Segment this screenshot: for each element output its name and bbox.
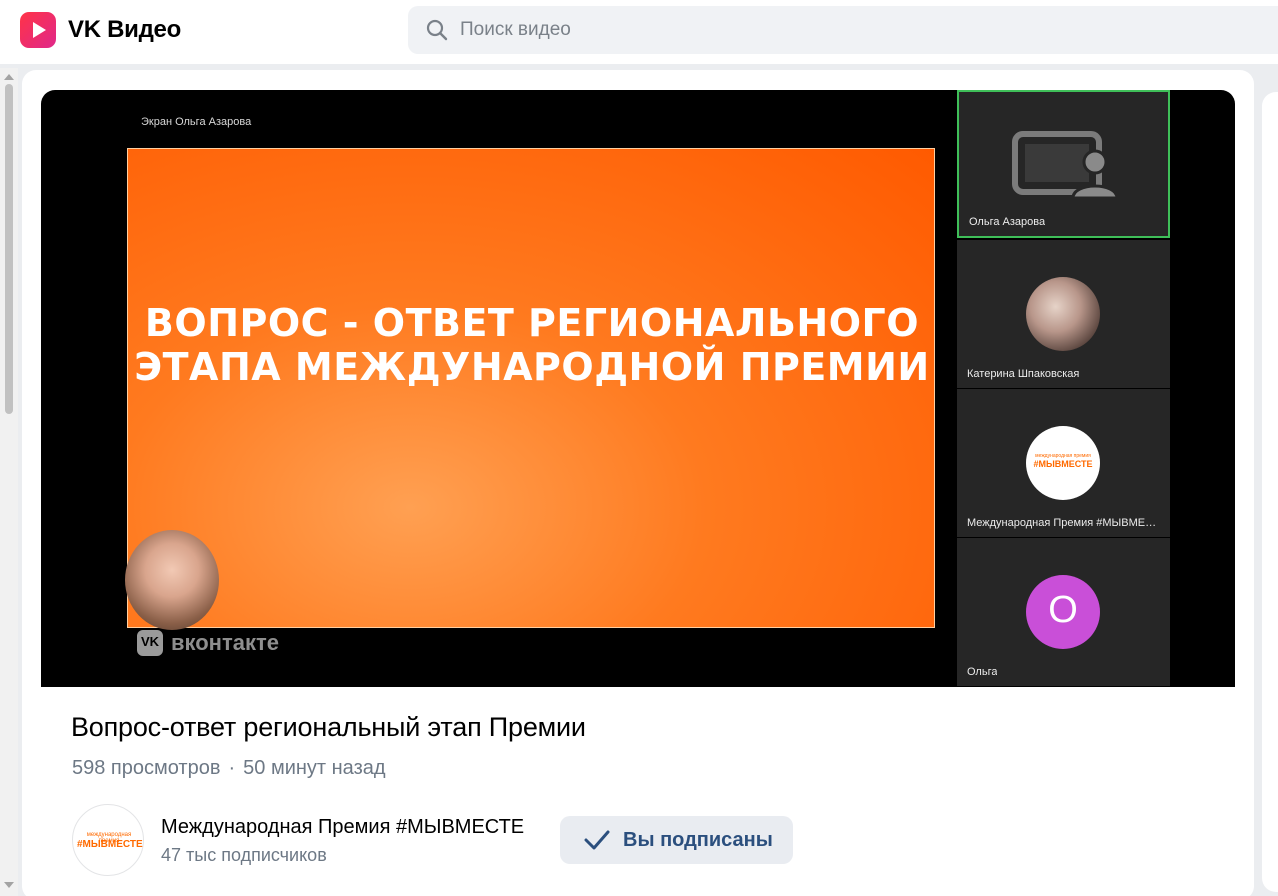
side-panel-card: [1262, 92, 1278, 892]
brand-name[interactable]: VK Видео: [68, 16, 181, 44]
video-player[interactable]: Экран Ольга Азарова ВОПРОС - ОТВЕТ РЕГИО…: [41, 90, 1235, 687]
search-icon: [426, 19, 448, 41]
search-input[interactable]: [460, 6, 1060, 54]
channel-logo-big-text: #МЫВМЕСТЕ: [77, 839, 143, 850]
participant-tile: О Ольга: [957, 538, 1170, 686]
participant-initial: О: [1048, 589, 1078, 631]
participant-tile: Ольга Азарова: [957, 90, 1170, 238]
vk-watermark-text: вконтакте: [171, 630, 280, 655]
participant-photo: [1026, 277, 1100, 351]
participant-name: Ольга: [967, 666, 998, 678]
screen-share-icon: [1012, 131, 1119, 200]
screen-share-label: Экран Ольга Азарова: [141, 116, 252, 128]
channel-name[interactable]: Международная Премия #МЫВМЕСТЕ: [161, 816, 524, 839]
participant-name: Катерина Шпаковская: [967, 368, 1080, 380]
video-meta: 598 просмотров · 50 минут назад: [72, 757, 386, 780]
vk-watermark-icon: VK: [137, 630, 163, 656]
vk-video-logo-icon[interactable]: [20, 12, 56, 48]
participant-name: Международная Премия #МЫВМЕСТЕ: [967, 517, 1157, 529]
view-count: 598 просмотров: [72, 757, 221, 779]
participant-name: Ольга Азарова: [969, 216, 1046, 228]
search-bar[interactable]: [408, 6, 1278, 54]
subscriber-count: 47 тыс подписчиков: [161, 845, 327, 865]
scroll-down-arrow-icon[interactable]: [4, 882, 14, 888]
presentation-slide: ВОПРОС - ОТВЕТ РЕГИОНАЛЬНОГО ЭТАПА МЕЖДУ…: [127, 148, 935, 628]
meta-separator: ·: [228, 757, 236, 779]
logo-big-text: #МЫВМЕСТЕ: [1033, 459, 1093, 469]
upload-time: 50 минут назад: [243, 757, 386, 779]
subscribed-button[interactable]: Вы подписаны: [560, 816, 793, 864]
participant-initial-avatar: О: [1026, 575, 1100, 649]
video-title: Вопрос-ответ региональный этап Премии: [71, 712, 586, 742]
participant-tile: Катерина Шпаковская: [957, 240, 1170, 388]
channel-avatar[interactable]: международная премия #МЫВМЕСТЕ: [72, 804, 144, 876]
header: VK Видео: [0, 0, 1278, 64]
checkmark-icon: [584, 830, 610, 850]
slide-title: ВОПРОС - ОТВЕТ РЕГИОНАЛЬНОГО ЭТАПА МЕЖДУ…: [134, 301, 930, 389]
scroll-up-arrow-icon[interactable]: [4, 74, 14, 80]
presenter-webcam: [125, 530, 219, 630]
page-scrollbar[interactable]: [0, 68, 18, 896]
scroll-thumb[interactable]: [5, 84, 13, 414]
subscribed-label: Вы подписаны: [623, 829, 773, 851]
participant-tile: международная премия #МЫВМЕСТЕ Междунаро…: [957, 389, 1170, 537]
participant-logo: международная премия #МЫВМЕСТЕ: [1026, 426, 1100, 500]
